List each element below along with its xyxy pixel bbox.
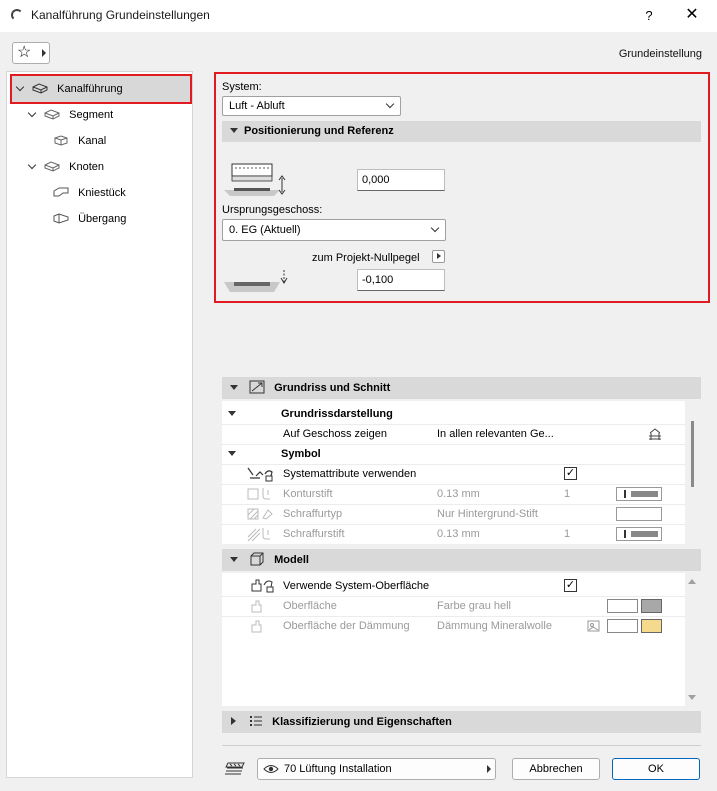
chevron-down-icon xyxy=(27,160,37,170)
layers-icon xyxy=(225,762,245,775)
show-on-story-value[interactable]: In allen relevanten Ge... xyxy=(437,424,554,444)
insulation-color-swatch[interactable] xyxy=(641,619,662,633)
footer-divider xyxy=(222,745,701,746)
system-attributes-checkbox[interactable]: ✓ xyxy=(564,467,577,480)
insulation-surface-value: Dämmung Mineralwolle xyxy=(437,620,552,632)
arrow-right-icon xyxy=(487,765,491,773)
tree-item-kanalfuehrung[interactable]: Kanalführung xyxy=(15,78,123,100)
preset-label: Grundeinstellung xyxy=(618,48,702,60)
hatch-type-swatch[interactable] xyxy=(616,507,662,521)
app-icon xyxy=(11,9,23,21)
system-attributes-label: Systemattribute verwenden xyxy=(283,468,417,480)
cancel-button[interactable]: Abbrechen xyxy=(512,758,600,780)
chevron-down-icon xyxy=(15,82,25,92)
contour-pen-label: Konturstift xyxy=(283,488,333,500)
tree-item-uebergang[interactable]: Übergang xyxy=(53,208,126,230)
contour-pen-icon xyxy=(247,488,270,500)
model-cube-icon xyxy=(250,552,264,566)
surface-value: Farbe grau hell xyxy=(437,600,511,612)
collapse-triangle-icon xyxy=(230,557,238,562)
surface-bucket-icon xyxy=(251,600,262,613)
chevron-down-icon xyxy=(27,108,37,118)
favorites-button[interactable]: ☆ xyxy=(12,42,50,64)
tree-label: Segment xyxy=(69,109,114,121)
scroll-down-icon[interactable] xyxy=(688,695,696,700)
tree-label: Kniestück xyxy=(78,187,126,199)
tree-label: Kanal xyxy=(78,135,107,147)
tree-item-segment[interactable]: Segment xyxy=(27,104,114,126)
scroll-up-icon[interactable] xyxy=(688,579,696,584)
stories-icon xyxy=(649,428,661,440)
floorplan-header[interactable]: Grundriss und Schnitt xyxy=(222,377,701,399)
collapse-triangle-icon xyxy=(228,451,236,456)
ok-button[interactable]: OK xyxy=(612,758,700,780)
duct-icon xyxy=(32,83,48,94)
hatch-type-value: Nur Hintergrund-Stift xyxy=(437,508,538,520)
section-title: Grundriss und Schnitt xyxy=(274,382,391,394)
model-header[interactable]: Modell xyxy=(222,549,701,571)
tree-item-knoten[interactable]: Knoten xyxy=(27,156,104,178)
image-icon xyxy=(587,620,600,632)
collapse-triangle-icon xyxy=(228,411,236,416)
window-title: Kanalführung Grundeinstellungen xyxy=(31,8,210,22)
arrow-right-icon xyxy=(42,49,46,57)
elbow-icon xyxy=(53,187,69,197)
insulation-preview-swatch[interactable] xyxy=(607,619,638,633)
hatch-pen-label: Schraffurstift xyxy=(283,528,345,540)
system-surface-label: Verwende System-Oberfläche xyxy=(283,580,430,592)
system-attributes-icon xyxy=(247,467,273,482)
hatch-type-icon xyxy=(247,508,273,520)
system-surface-icon xyxy=(251,579,274,593)
group-grundrissdarstellung[interactable]: Grundrissdarstellung xyxy=(222,404,685,424)
list-icon xyxy=(250,716,263,726)
checkmark-icon: ✓ xyxy=(565,579,576,591)
section-title: Klassifizierung und Eigenschaften xyxy=(272,716,452,728)
surface-color-swatch[interactable] xyxy=(641,599,662,613)
hatch-pen-icon xyxy=(247,528,270,542)
floorplan-section-icon xyxy=(249,380,265,394)
surface-preview-swatch[interactable] xyxy=(607,599,638,613)
expand-triangle-icon xyxy=(231,717,236,725)
segment-icon xyxy=(44,109,60,120)
eye-icon xyxy=(263,765,279,773)
group-symbol[interactable]: Symbol xyxy=(222,444,685,464)
insulation-bucket-icon xyxy=(251,620,262,633)
hatch-pen-number: 1 xyxy=(564,528,571,540)
contour-pen-number: 1 xyxy=(564,488,571,500)
tree-item-kanal[interactable]: Kanal xyxy=(53,130,106,152)
group-title: Symbol xyxy=(281,448,321,460)
system-surface-checkbox[interactable]: ✓ xyxy=(564,579,577,592)
floorplan-scrollbar[interactable] xyxy=(691,421,694,487)
help-button[interactable]: ? xyxy=(632,4,666,28)
checkmark-icon: ✓ xyxy=(565,467,576,479)
hatch-pen-swatch[interactable] xyxy=(616,527,662,541)
duct-segment-icon xyxy=(54,135,68,146)
contour-pen-swatch[interactable] xyxy=(616,487,662,501)
layer-name: 70 Lüftung Installation xyxy=(284,763,392,775)
insulation-surface-label: Oberfläche der Dämmung xyxy=(283,620,410,632)
classification-header[interactable]: Klassifizierung und Eigenschaften xyxy=(222,711,701,733)
tree-label: Knoten xyxy=(69,161,104,173)
contour-pen-value: 0.13 mm xyxy=(437,488,480,500)
star-icon: ☆ xyxy=(17,44,32,61)
collapse-triangle-icon xyxy=(230,385,238,390)
surface-label: Oberfläche xyxy=(283,600,337,612)
node-icon xyxy=(44,161,60,172)
tree-label: Übergang xyxy=(78,213,127,225)
section-title: Modell xyxy=(274,554,309,566)
show-on-story-label: Auf Geschoss zeigen xyxy=(283,428,387,440)
tree-label: Kanalführung xyxy=(57,83,123,95)
highlight-frame xyxy=(214,72,710,303)
close-button[interactable]: ✕ xyxy=(672,4,712,28)
layer-selector[interactable]: 70 Lüftung Installation xyxy=(257,758,496,780)
transition-icon xyxy=(53,213,69,224)
hatch-type-label: Schraffurtyp xyxy=(283,508,343,520)
tree-item-kniestueck[interactable]: Kniestück xyxy=(53,182,126,204)
group-title: Grundrissdarstellung xyxy=(281,408,393,420)
hatch-pen-value: 0.13 mm xyxy=(437,528,480,540)
